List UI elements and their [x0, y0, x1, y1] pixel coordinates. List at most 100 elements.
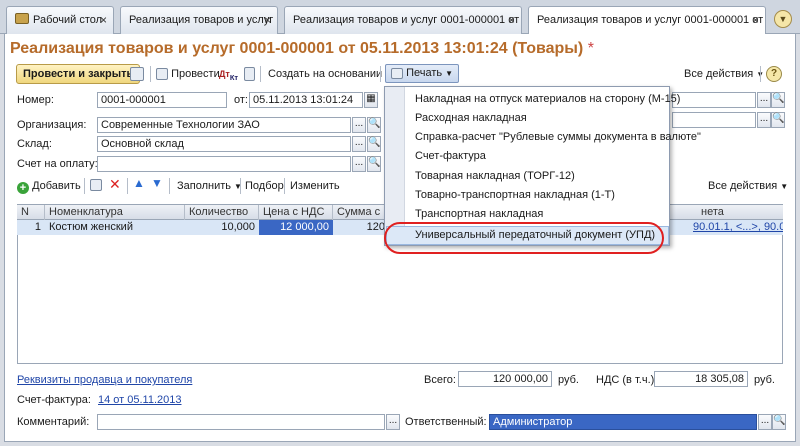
- vat-currency-label: руб.: [754, 374, 775, 386]
- menu-item-invoice[interactable]: Счет-фактура: [415, 150, 486, 162]
- tab-desktop[interactable]: Рабочий стол ×: [6, 6, 114, 34]
- toolbar-divider: [760, 66, 761, 82]
- select-button[interactable]: ...: [757, 92, 771, 108]
- organization-field[interactable]: Современные Технологии ЗАО: [97, 117, 351, 133]
- contract-field[interactable]: [672, 112, 756, 128]
- close-icon[interactable]: ×: [100, 7, 107, 33]
- column-header-sum[interactable]: Сумма с Н: [333, 205, 389, 220]
- organization-label: Организация:: [17, 119, 87, 131]
- cell-quantity: 10,000: [221, 221, 255, 233]
- column-header-n[interactable]: N: [17, 205, 45, 220]
- move-up-icon[interactable]: ▲: [133, 176, 145, 190]
- responsible-field[interactable]: Администратор: [489, 414, 757, 430]
- printer-icon: [391, 68, 403, 79]
- select-button[interactable]: ...: [757, 112, 771, 128]
- menu-item-m15[interactable]: Накладная на отпуск материалов на сторон…: [415, 93, 680, 105]
- dropdown-arrow-icon: ▼: [445, 69, 454, 78]
- debit-credit-icon[interactable]: ДтКт: [219, 64, 238, 84]
- comment-field[interactable]: [97, 414, 385, 430]
- column-header-item[interactable]: Номенклатура: [45, 205, 185, 220]
- warehouse-label: Склад:: [17, 138, 52, 150]
- post-and-close-button[interactable]: Провести и закрыть: [16, 64, 141, 84]
- table-all-actions-button[interactable]: Все действия ▼: [708, 176, 788, 196]
- toolbar-divider: [150, 66, 151, 82]
- save-icon[interactable]: [130, 67, 144, 81]
- move-down-icon[interactable]: ▼: [151, 176, 163, 190]
- tab-sales-list[interactable]: Реализация товаров и услуг ×: [120, 6, 278, 34]
- select-button[interactable]: ...: [352, 136, 366, 152]
- toolbar-divider: [127, 178, 128, 194]
- close-icon[interactable]: ×: [508, 7, 515, 33]
- help-button[interactable]: ?: [766, 66, 782, 82]
- tab-sales-doc-1[interactable]: Реализация товаров и услуг 0001-000001 о…: [284, 6, 522, 34]
- number-field[interactable]: 0001-000001: [97, 92, 227, 108]
- date-field[interactable]: 05.11.2013 13:01:24: [249, 92, 363, 108]
- menu-item-1t[interactable]: Товарно-транспортная накладная (1-Т): [415, 189, 615, 201]
- column-header-accounts[interactable]: нета: [697, 205, 783, 220]
- post-icon: [156, 68, 168, 80]
- vat-label: НДС (в т.ч.):: [596, 374, 658, 386]
- menu-item-currency-report[interactable]: Справка-расчет "Рублевые суммы документа…: [415, 131, 701, 143]
- fill-button[interactable]: Заполнить ▼: [177, 176, 242, 196]
- toolbar-divider: [284, 178, 285, 194]
- cell-accounts-link[interactable]: 90.01.1, <...>, 90.02.1,: [689, 220, 783, 235]
- invoice-link[interactable]: 14 от 05.11.2013: [98, 394, 182, 406]
- calendar-icon[interactable]: ▦: [364, 92, 378, 108]
- select-button[interactable]: ...: [352, 117, 366, 133]
- menu-item-torg12[interactable]: Товарная накладная (ТОРГ-12): [415, 170, 575, 182]
- cell-n: 1: [34, 221, 41, 233]
- vat-field: 18 305,08: [654, 371, 748, 387]
- comment-label: Комментарий:: [17, 416, 90, 428]
- all-actions-button[interactable]: Все действия▼: [684, 64, 764, 84]
- open-icon[interactable]: 🔍: [367, 156, 381, 172]
- select-button[interactable]: ...: [386, 414, 400, 430]
- report-icon[interactable]: [244, 67, 255, 81]
- cell-sum: 120: [366, 221, 385, 233]
- toolbar-divider: [240, 178, 241, 194]
- print-button[interactable]: Печать ▼: [385, 64, 460, 83]
- add-row-button[interactable]: + Добавить: [17, 176, 81, 196]
- dropdown-arrow-icon: ▼: [780, 182, 789, 191]
- cell-item: Костюм женский: [49, 221, 133, 233]
- total-label: Всего:: [424, 374, 456, 386]
- toolbar-divider: [84, 178, 85, 194]
- add-icon: +: [17, 182, 29, 194]
- toolbar-divider: [260, 66, 261, 82]
- contractor-field[interactable]: [672, 92, 756, 108]
- post-button[interactable]: Провести: [156, 64, 220, 84]
- home-icon: [15, 13, 29, 24]
- pick-button[interactable]: Подбор: [245, 176, 284, 196]
- requisites-link[interactable]: Реквизиты продавца и покупателя: [17, 374, 192, 386]
- responsible-label: Ответственный:: [405, 416, 487, 428]
- open-icon[interactable]: 🔍: [771, 112, 785, 128]
- menu-item-expense-invoice[interactable]: Расходная накладная: [415, 112, 527, 124]
- cell-price[interactable]: 12 000,00: [259, 220, 333, 235]
- tabs-menu-button[interactable]: ▼: [774, 10, 792, 28]
- open-icon[interactable]: 🔍: [367, 117, 381, 133]
- delete-icon[interactable]: ✕: [109, 176, 121, 193]
- tab-sales-doc-active[interactable]: Реализация товаров и услуг 0001-000001 о…: [528, 6, 766, 35]
- invoice-for-payment-field[interactable]: [97, 156, 351, 172]
- warehouse-field[interactable]: Основной склад: [97, 136, 351, 152]
- invoice-label: Счет-фактура:: [17, 394, 91, 406]
- open-icon[interactable]: 🔍: [772, 414, 786, 430]
- currency-label: руб.: [558, 374, 579, 386]
- total-field: 120 000,00: [458, 371, 552, 387]
- toolbar-divider: [169, 178, 170, 194]
- invoice-for-payment-label: Счет на оплату:: [17, 158, 98, 170]
- column-header-quantity[interactable]: Количество: [185, 205, 259, 220]
- close-icon[interactable]: ×: [752, 7, 759, 33]
- column-header-price[interactable]: Цена с НДС: [259, 205, 333, 220]
- menu-item-transport[interactable]: Транспортная накладная: [415, 208, 543, 220]
- open-icon[interactable]: 🔍: [367, 136, 381, 152]
- select-button[interactable]: ...: [758, 414, 772, 430]
- create-based-on-button[interactable]: Создать на основании▼: [268, 64, 393, 84]
- highlight-ring: [384, 222, 664, 254]
- date-label: от:: [234, 94, 248, 106]
- open-icon[interactable]: 🔍: [771, 92, 785, 108]
- change-button[interactable]: Изменить: [290, 176, 340, 196]
- select-button[interactable]: ...: [352, 156, 366, 172]
- close-icon[interactable]: ×: [264, 7, 271, 33]
- copy-icon[interactable]: [90, 179, 102, 191]
- toolbar-divider: [380, 66, 381, 82]
